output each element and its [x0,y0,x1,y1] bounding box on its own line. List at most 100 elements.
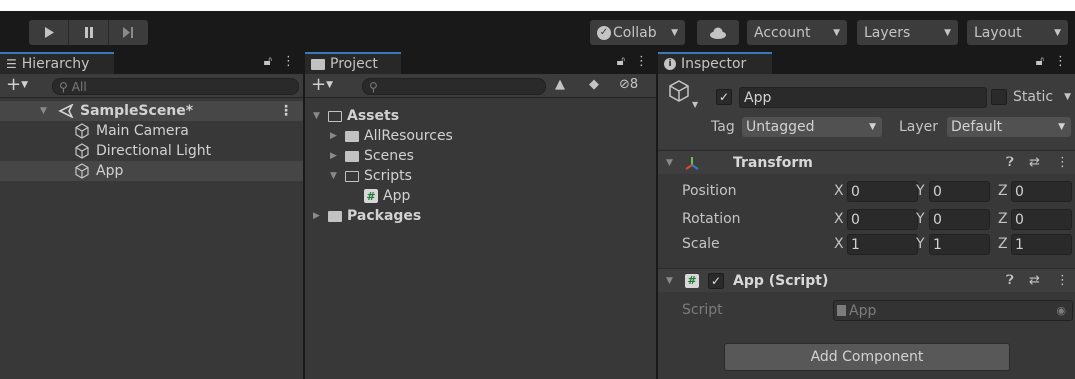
gameobject-cube-icon [669,80,689,102]
gameobject-cube-icon [75,143,89,159]
scale-row: Scale X 1 Y 1 Z 1 [658,233,1075,257]
add-component-button[interactable]: Add Component [724,343,1010,371]
layer-dropdown[interactable]: Default ▼ [947,117,1071,137]
kebab-menu-icon[interactable]: ⋮ [282,54,295,69]
axis-x-label: X [834,183,844,199]
preset-icon[interactable]: ⇄ [1029,155,1040,170]
script-label: Script [682,302,723,318]
collapse-arrow-icon[interactable]: ▶ [330,151,340,161]
position-y-field[interactable]: 0 [929,181,990,202]
csharp-script-icon: # [364,189,378,203]
icon-dropdown-caret[interactable]: ▼ [692,100,698,109]
tree-item-packages[interactable]: ▶ Packages [313,206,421,226]
tree-item-assets[interactable]: ▼ Assets [313,106,399,126]
folder-icon [345,130,359,142]
kebab-menu-icon[interactable]: ⋮ [279,103,293,119]
tab-project[interactable]: Project [305,52,401,74]
list-item[interactable]: App [0,161,303,181]
play-controls [29,20,148,45]
collab-button[interactable]: ✓ Collab ▼ [590,20,685,45]
project-tabbar: Project 🔓︎ ⋮ [305,51,656,74]
eye-slash-icon: ⊘ [619,77,630,92]
cloud-button[interactable] [697,20,739,45]
lock-icon[interactable]: 🔓︎ [1036,54,1044,69]
foldout-arrow-icon[interactable]: ▼ [666,158,673,168]
active-checkbox[interactable]: ✓ [716,89,732,105]
tag-dropdown[interactable]: Untagged ▼ [742,117,882,137]
lock-icon[interactable]: 🔓︎ [264,54,272,69]
object-name-field[interactable]: App [739,87,987,108]
foldout-arrow-icon[interactable]: ▼ [666,276,673,286]
list-item[interactable]: Main Camera [0,121,303,141]
script-component-header[interactable]: ▼ # ✓ App (Script) ❓︎ ⇄ ⋮ [658,268,1075,292]
csharp-script-icon: # [685,273,699,288]
scale-x-field[interactable]: 1 [847,234,918,255]
transform-title: Transform [733,154,813,171]
search-by-label-icon[interactable]: ◆ [589,77,599,92]
play-button[interactable] [29,20,69,45]
rotation-x-field[interactable]: 0 [847,209,918,230]
create-button[interactable]: +▼ [311,76,333,94]
collapse-arrow-icon[interactable]: ▶ [313,211,323,221]
project-toolbar: +▼ ⚲ ▲ ◆ ⊘8 [305,74,656,98]
tree-item-allresources[interactable]: ▶ AllResources [330,126,453,146]
scene-row[interactable]: ▼ SampleScene* ⋮ [0,101,303,121]
position-z-field[interactable]: 0 [1011,181,1072,202]
chevron-down-icon[interactable]: ▼ [1064,92,1071,102]
account-dropdown[interactable]: Account ▼ [747,20,847,45]
rotation-y-field[interactable]: 0 [929,209,990,230]
layers-dropdown[interactable]: Layers ▼ [857,20,958,45]
hidden-count: 8 [629,77,639,92]
tree-item-scripts[interactable]: ▼ Scripts [330,166,412,186]
inspector-tabbar: i Inspector 🔓︎ ⋮ [658,51,1075,74]
hierarchy-panel: ☰ Hierarchy 🔓︎ ⋮ +▼ ⚲ All ▼ SampleScene*… [0,51,303,379]
help-icon[interactable]: ❓︎ [1006,273,1014,288]
static-label: Static [1013,89,1054,105]
chevron-down-icon: ▼ [869,122,876,132]
tree-item-scenes[interactable]: ▶ Scenes [330,146,414,166]
expand-arrow-icon[interactable]: ▼ [40,106,47,116]
script-object-field[interactable]: App ◉ [833,300,1073,321]
script-row: Script App ◉ [658,299,1075,323]
position-label: Position [682,183,737,199]
scale-y-field[interactable]: 1 [929,234,990,255]
expand-arrow-icon[interactable]: ▼ [330,171,340,181]
preset-icon[interactable]: ⇄ [1029,273,1040,288]
component-enabled-checkbox[interactable]: ✓ [708,272,724,289]
object-header: ▼ ✓ App Static ▼ Tag Untagged ▼ Layer De… [658,74,1075,149]
help-icon[interactable]: ❓︎ [1006,155,1014,170]
collapse-arrow-icon[interactable]: ▶ [330,131,340,141]
cloud-icon [710,27,726,39]
kebab-menu-icon[interactable]: ⋮ [1056,155,1069,170]
hidden-packages-button[interactable]: ⊘8 [619,77,638,92]
lock-icon[interactable]: 🔓︎ [617,54,625,69]
axis-z-label: Z [998,211,1008,227]
transform-header[interactable]: ▼ Transform ❓︎ ⇄ ⋮ [658,150,1075,174]
project-tab-tools: 🔓︎ ⋮ [617,54,648,69]
tab-inspector[interactable]: i Inspector [658,52,772,74]
pause-button[interactable] [69,20,109,45]
list-item[interactable]: Directional Light [0,141,303,161]
search-by-type-icon[interactable]: ▲ [555,77,565,92]
tree-item-app-script[interactable]: # App [364,186,410,206]
hierarchy-tab-tools: 🔓︎ ⋮ [264,54,295,69]
hierarchy-search-input[interactable]: ⚲ All [52,78,299,95]
kebab-menu-icon[interactable]: ⋮ [1054,54,1067,69]
field-value: 0 [851,183,860,200]
expand-arrow-icon[interactable]: ▼ [313,111,323,121]
static-checkbox[interactable] [991,89,1007,105]
project-search-input[interactable]: ⚲ [362,78,546,95]
object-picker-icon[interactable]: ◉ [1056,304,1066,317]
scale-z-field[interactable]: 1 [1011,234,1072,255]
kebab-menu-icon[interactable]: ⋮ [635,54,648,69]
field-value: 0 [933,211,942,228]
rotation-z-field[interactable]: 0 [1011,209,1072,230]
step-button[interactable] [109,20,148,45]
create-button[interactable]: +▼ [6,76,28,94]
layout-dropdown[interactable]: Layout ▼ [967,20,1068,45]
kebab-menu-icon[interactable]: ⋮ [1056,273,1069,288]
position-x-field[interactable]: 0 [847,181,918,202]
scale-label: Scale [682,236,720,252]
tab-hierarchy[interactable]: ☰ Hierarchy [0,52,114,74]
tag-value: Untagged [746,119,815,135]
